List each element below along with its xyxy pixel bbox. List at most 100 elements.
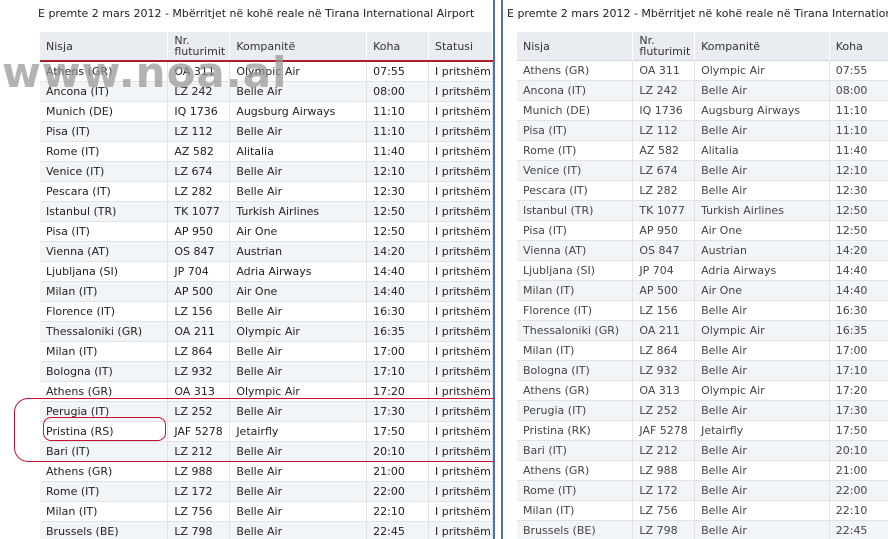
cell-flight: LZ 674 — [632, 160, 696, 181]
arrivals-caption: E premte 2 mars 2012 - Mbërritjet në koh… — [38, 7, 475, 20]
cell-origin: Pisa (IT) — [517, 220, 634, 241]
cell-time: 17:20 — [366, 381, 429, 402]
table-row: Pisa (IT) AP 950 Air One 12:50 — [517, 220, 888, 241]
table-row: Rome (IT) AZ 582 Alitalia 11:40 I pritshëm — [40, 141, 493, 162]
cell-origin: Pisa (IT) — [40, 121, 169, 142]
cell-origin: Pescara (IT) — [40, 181, 169, 202]
cell-time: 16:30 — [366, 301, 429, 322]
table-row: Milan (IT) AP 500 Air One 14:40 — [517, 280, 888, 301]
cell-airline: Austrian — [229, 241, 368, 262]
cell-status: I pritshëm — [428, 321, 493, 342]
cell-airline: Olympic Air — [694, 320, 830, 341]
table-row: Athens (GR) OA 311 Olympic Air 07:55 — [517, 60, 888, 81]
cell-origin: Vienna (AT) — [40, 241, 169, 262]
table-row: Perugia (IT) LZ 252 Belle Air 17:30 — [517, 400, 888, 421]
cell-origin: Thessaloniki (GR) — [517, 320, 634, 341]
cell-flight: JP 704 — [167, 261, 231, 282]
cell-flight: LZ 252 — [632, 400, 696, 421]
cell-airline: Jetairfly — [229, 421, 368, 442]
cell-flight: OA 313 — [632, 380, 696, 401]
cell-flight: LZ 252 — [167, 401, 231, 422]
column-header-airline[interactable]: Kompanitë — [694, 32, 830, 61]
cell-airline: Belle Air — [229, 481, 368, 502]
column-header-origin[interactable]: Nisja — [517, 32, 634, 61]
cell-origin: Munich (DE) — [517, 100, 634, 121]
cell-flight: AZ 582 — [632, 140, 696, 161]
cell-origin: Bari (IT) — [517, 440, 634, 461]
arrivals-table-body: Athens (GR) OA 311 Olympic Air 07:55 I prits… — [40, 61, 493, 539]
cell-time: 20:10 — [829, 440, 888, 461]
cell-origin: Milan (IT) — [517, 500, 634, 521]
table-row: Rome (IT) LZ 172 Belle Air 22:00 I pritshëm — [40, 481, 493, 502]
cell-flight: LZ 864 — [167, 341, 231, 362]
cell-flight: LZ 172 — [167, 481, 231, 502]
cell-flight: AP 950 — [632, 220, 696, 241]
cell-time: 12:50 — [829, 200, 888, 221]
column-header-status[interactable]: Statusi — [428, 32, 493, 61]
cell-airline: Belle Air — [694, 180, 830, 201]
cell-time: 22:45 — [366, 521, 429, 539]
cell-flight: OA 211 — [632, 320, 696, 341]
cell-airline: Jetairfly — [694, 420, 830, 441]
cell-origin: Rome (IT) — [40, 481, 169, 502]
table-row: Athens (GR) LZ 988 Belle Air 21:00 — [517, 460, 888, 481]
cell-airline: Alitalia — [694, 140, 830, 161]
table-row: Florence (IT) LZ 156 Belle Air 16:30 — [517, 300, 888, 321]
cell-airline: Belle Air — [694, 400, 830, 421]
cell-flight: JP 704 — [632, 260, 696, 281]
cell-origin: Rome (IT) — [517, 480, 634, 501]
table-row: Pescara (IT) LZ 282 Belle Air 12:30 I pritsh… — [40, 181, 493, 202]
cell-flight: TK 1077 — [167, 201, 231, 222]
watermark-logo: www.noa.al — [2, 48, 288, 97]
table-row: Vienna (AT) OS 847 Austrian 14:20 — [517, 240, 888, 261]
cell-airline: Belle Air — [229, 441, 368, 462]
column-header-flight-number[interactable]: Nr. fluturimit — [632, 32, 696, 61]
cell-airline: Belle Air — [229, 461, 368, 482]
cell-time: 12:30 — [366, 181, 429, 202]
cell-origin: Brussels (BE) — [517, 520, 634, 539]
table-row: Vienna (AT) OS 847 Austrian 14:20 I pritshëm — [40, 241, 493, 262]
cell-time: 07:55 — [829, 60, 888, 81]
cell-airline: Belle Air — [694, 460, 830, 481]
cell-origin: Milan (IT) — [40, 501, 169, 522]
cell-origin: Venice (IT) — [40, 161, 169, 182]
table-row: Pristina (RK) JAF 5278 Jetairfly 17:50 — [517, 420, 888, 441]
cell-flight: LZ 112 — [632, 120, 696, 141]
column-header-time[interactable]: Koha — [366, 32, 429, 61]
table-row: Bari (IT) LZ 212 Belle Air 20:10 I pritshëm — [40, 441, 493, 462]
table-row: Pisa (IT) LZ 112 Belle Air 11:10 I pritshëm — [40, 121, 493, 142]
cell-flight: LZ 932 — [167, 361, 231, 382]
cell-time: 07:55 — [366, 61, 429, 82]
cell-time: 11:40 — [829, 140, 888, 161]
cell-time: 12:10 — [366, 161, 429, 182]
cell-airline: Belle Air — [694, 300, 830, 321]
cell-time: 17:50 — [366, 421, 429, 442]
cell-airline: Air One — [694, 280, 830, 301]
cell-flight: LZ 282 — [632, 180, 696, 201]
cell-origin: Athens (GR) — [40, 461, 169, 482]
cell-origin: Milan (IT) — [40, 341, 169, 362]
cell-origin: Rome (IT) — [517, 140, 634, 161]
cell-flight: LZ 212 — [632, 440, 696, 461]
table-row: Milan (IT) LZ 756 Belle Air 22:10 — [517, 500, 888, 521]
cell-airline: Olympic Air — [229, 381, 368, 402]
column-header-flight-line2: fluturimit — [639, 45, 691, 58]
cell-time: 12:30 — [829, 180, 888, 201]
cell-flight: IQ 1736 — [167, 101, 231, 122]
table-row: Thessaloniki (GR) OA 211 Olympic Air 16:35 — [517, 320, 888, 341]
cell-airline: Belle Air — [694, 160, 830, 181]
cell-time: 14:40 — [829, 280, 888, 301]
cell-time: 14:20 — [829, 240, 888, 261]
column-header-time[interactable]: Koha — [829, 32, 888, 61]
cell-origin: Munich (DE) — [40, 101, 169, 122]
cell-airline: Turkish Airlines — [694, 200, 830, 221]
cell-airline: Belle Air — [229, 301, 368, 322]
cell-origin: Pisa (IT) — [40, 221, 169, 242]
cell-airline: Belle Air — [229, 181, 368, 202]
cell-flight: LZ 212 — [167, 441, 231, 462]
table-row: Brussels (BE) LZ 798 Belle Air 22:45 — [517, 520, 888, 539]
cell-time: 17:50 — [829, 420, 888, 441]
cell-time: 22:10 — [366, 501, 429, 522]
cell-flight: OS 847 — [167, 241, 231, 262]
cell-airline: Belle Air — [229, 401, 368, 422]
